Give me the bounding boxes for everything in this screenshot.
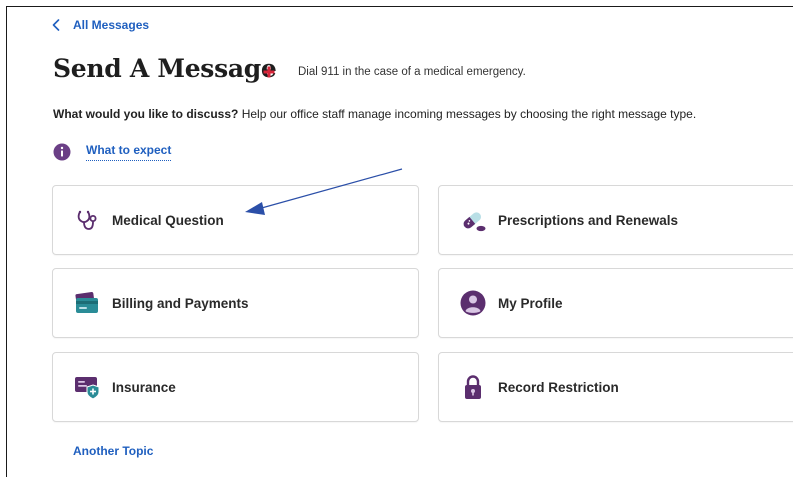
info-icon xyxy=(53,143,71,161)
insurance-card-icon xyxy=(73,373,101,401)
another-topic-link[interactable]: Another Topic xyxy=(73,444,153,458)
profile-icon xyxy=(459,289,487,317)
back-link-label: All Messages xyxy=(73,18,150,32)
topic-label: Billing and Payments xyxy=(112,295,249,311)
topic-card-medical-question[interactable]: Medical Question xyxy=(52,185,419,255)
topic-label: Insurance xyxy=(112,379,176,395)
intro-text: What would you like to discuss? Help our… xyxy=(53,107,696,121)
credit-card-icon xyxy=(73,289,101,317)
intro-helper: Help our office staff manage incoming me… xyxy=(238,107,697,121)
topic-label: Record Restriction xyxy=(498,379,619,395)
topic-card-my-profile[interactable]: My Profile xyxy=(438,268,793,338)
topic-label: My Profile xyxy=(498,295,563,311)
topic-card-prescriptions[interactable]: Prescriptions and Renewals xyxy=(438,185,793,255)
topic-card-insurance[interactable]: Insurance xyxy=(52,352,419,422)
chevron-left-icon xyxy=(52,19,60,31)
topic-label: Medical Question xyxy=(112,212,224,228)
what-to-expect-link[interactable]: What to expect xyxy=(86,143,172,161)
pills-icon xyxy=(459,206,487,234)
topic-label: Prescriptions and Renewals xyxy=(498,212,679,228)
medical-plus-icon xyxy=(263,66,275,78)
back-link-all-messages[interactable]: All Messages xyxy=(52,18,149,32)
intro-question: What would you like to discuss? xyxy=(53,107,239,121)
what-to-expect[interactable]: What to expect xyxy=(53,143,172,161)
page-title: Send A Message xyxy=(53,54,277,83)
emergency-note-text: Dial 911 in the case of a medical emerge… xyxy=(298,66,526,78)
stethoscope-icon xyxy=(73,206,101,234)
emergency-note: Dial 911 in the case of a medical emerge… xyxy=(262,65,526,79)
lock-icon xyxy=(459,373,487,401)
topic-card-record-restriction[interactable]: Record Restriction xyxy=(438,352,793,422)
topic-card-billing[interactable]: Billing and Payments xyxy=(52,268,419,338)
